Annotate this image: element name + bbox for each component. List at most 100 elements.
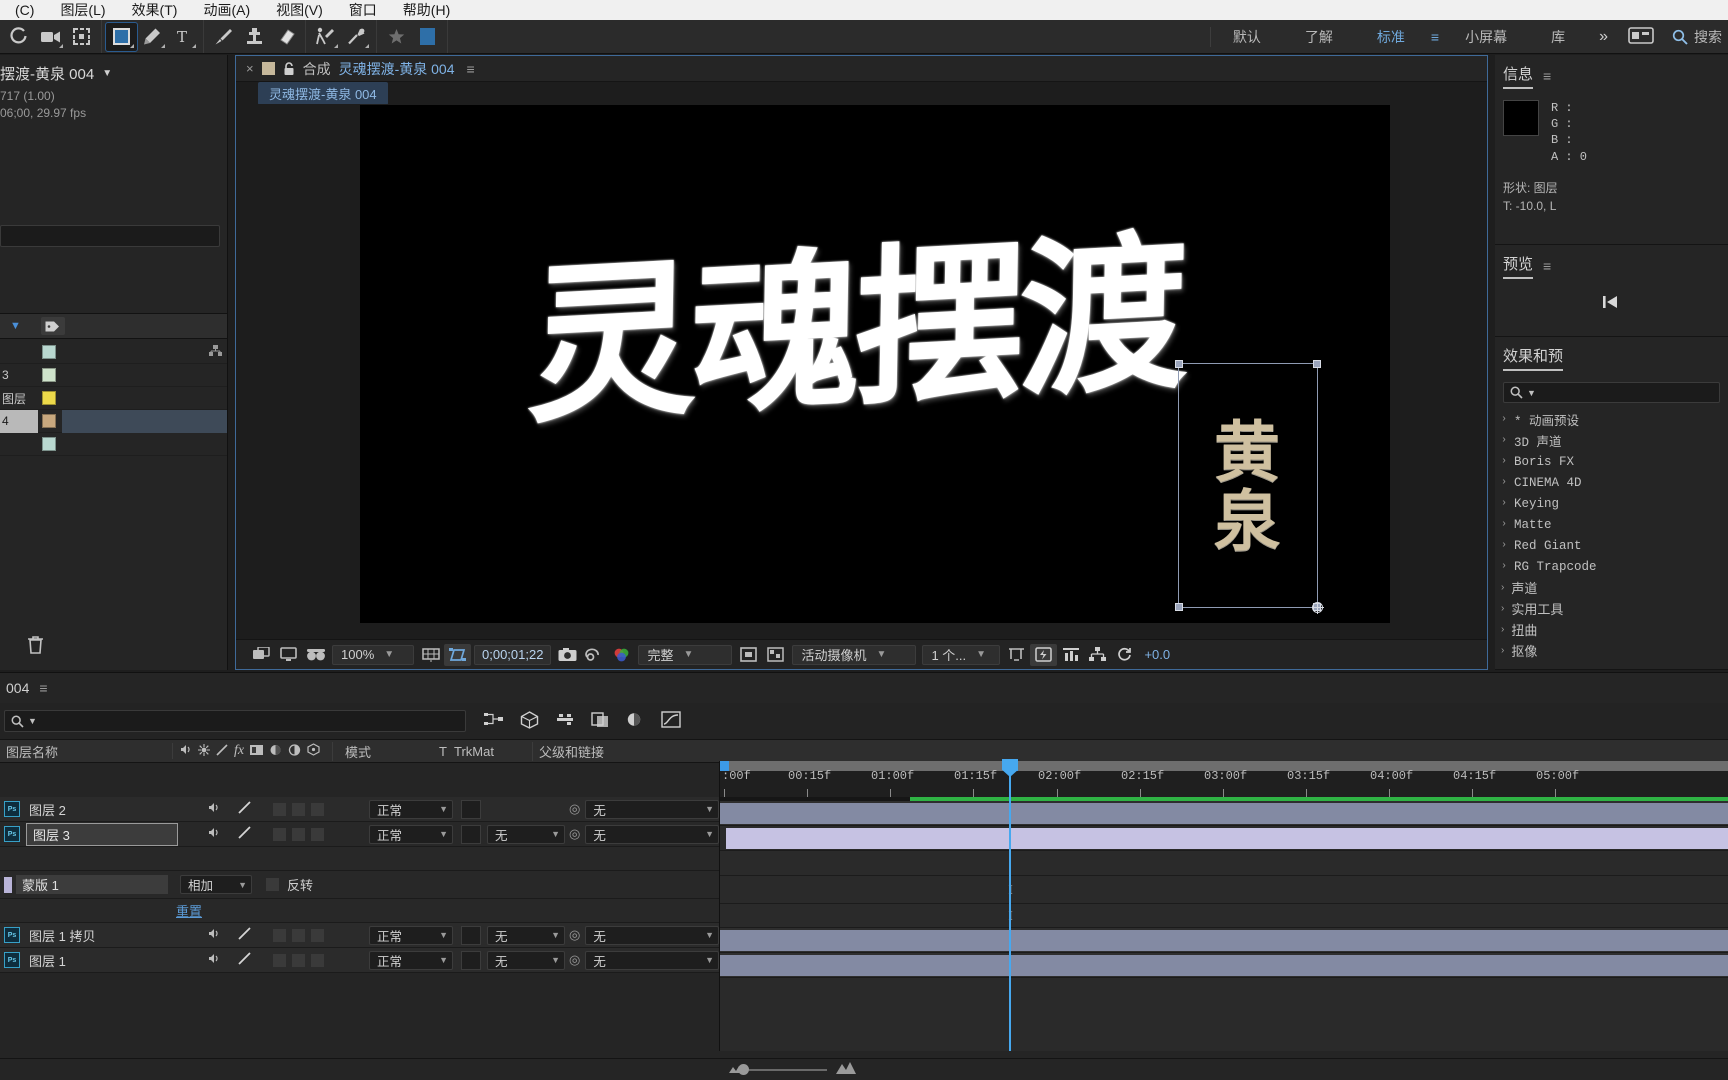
label-color-swatch[interactable] (42, 391, 56, 405)
region-render-icon[interactable] (735, 644, 762, 666)
pick-whip-icon[interactable]: ◎ (569, 826, 580, 842)
draft-3d-icon[interactable] (520, 710, 539, 732)
brush-tool[interactable] (208, 23, 239, 51)
switch-box[interactable] (273, 953, 286, 967)
reset-link[interactable]: 重置 (176, 901, 202, 920)
layer-name-label[interactable]: 图层 1 (29, 951, 66, 970)
mask-name-input[interactable]: 蒙版 1 (16, 875, 168, 894)
layer-selection-box[interactable] (1174, 360, 1324, 614)
effects-category-item[interactable]: › 扭曲 (1501, 619, 1728, 640)
audio-toggle-icon[interactable] (207, 801, 220, 817)
effects-category-item[interactable]: › 抠像 (1501, 640, 1728, 661)
pick-whip-icon[interactable]: ◎ (569, 801, 580, 817)
grid-guides-icon[interactable] (417, 644, 444, 666)
switch-box[interactable] (292, 802, 305, 816)
layer-duration-bar[interactable] (720, 803, 1728, 824)
resolution-select[interactable]: 完整 ▼ (638, 644, 733, 665)
switch-box[interactable] (292, 827, 305, 841)
track-row[interactable]: I (720, 904, 1728, 928)
track-row[interactable]: I (720, 876, 1728, 904)
menu-item-view[interactable]: 视图(V) (263, 0, 336, 20)
menu-item-effect[interactable]: 效果(T) (119, 0, 191, 20)
track-row[interactable] (720, 801, 1728, 826)
hide-shy-layers-icon[interactable] (555, 711, 575, 731)
switch-box[interactable] (311, 928, 324, 942)
preserve-transparency-toggle[interactable] (461, 950, 481, 970)
label-tag-icon[interactable] (40, 317, 65, 335)
zoom-in-icon[interactable] (835, 1061, 857, 1078)
channel-rgb-icon[interactable] (608, 644, 635, 666)
selection-handle-tr[interactable] (1312, 360, 1321, 368)
mask-invert-toggle[interactable]: 反转 (266, 875, 313, 894)
shape-tool[interactable] (105, 21, 138, 52)
switch-box[interactable] (273, 827, 286, 841)
camera-tool[interactable] (35, 23, 66, 51)
workspace-overflow-icon[interactable]: » (1587, 28, 1620, 46)
workspace-menu-icon[interactable]: ≡ (1427, 29, 1443, 45)
column-header-mode[interactable]: 模式 (332, 741, 432, 761)
selection-handle-tl[interactable] (1174, 360, 1183, 368)
panel-menu-icon[interactable]: ≡ (1543, 258, 1551, 274)
show-snapshot-icon[interactable] (581, 644, 608, 666)
effects-category-item[interactable]: › 实用工具 (1501, 598, 1728, 619)
timeline-panel-icon[interactable] (1057, 644, 1084, 666)
current-time-field[interactable]: 0;00;01;22 (474, 644, 552, 665)
effects-category-item[interactable]: › Red Giant (1501, 535, 1728, 556)
project-row[interactable] (0, 341, 227, 364)
project-row[interactable]: 4 (0, 409, 227, 433)
fast-previews-icon[interactable] (1030, 643, 1058, 666)
zoom-slider-handle[interactable] (738, 1064, 749, 1075)
track-row[interactable] (720, 851, 1728, 876)
reset-exposure-icon[interactable] (1111, 644, 1138, 666)
audio-toggle-icon[interactable] (207, 927, 220, 943)
type-tool[interactable]: T (168, 23, 199, 51)
mask-row[interactable]: 蒙版 1 相加 ▼ 反转 (0, 871, 719, 899)
audio-toggle-icon[interactable] (207, 826, 220, 842)
project-search-input[interactable] (0, 225, 220, 247)
view-layout-select[interactable]: 1 个... ▼ (922, 644, 1001, 665)
trkmat-select[interactable]: 无 ▼ (487, 950, 565, 970)
composition-name[interactable]: 灵魂摆渡-黄泉 004 (339, 59, 455, 79)
quality-toggle-icon[interactable] (238, 826, 251, 842)
composition-breadcrumb[interactable]: 灵魂摆渡-黄泉 004 (258, 81, 388, 105)
graph-editor-icon[interactable] (661, 711, 681, 731)
close-icon[interactable]: × (246, 61, 254, 76)
menu-item-window[interactable]: 窗口 (336, 0, 390, 20)
puppet-pin-tool[interactable] (341, 23, 372, 51)
layer-row[interactable]: Ps 图层 1 拷贝 正常 ▼ 无 ▼ ◎ 无 ▼ (0, 923, 719, 948)
search-dropdown-icon[interactable]: ▼ (1527, 388, 1536, 398)
track-row[interactable] (720, 953, 1728, 978)
column-header-layer-name[interactable]: 图层名称 (0, 742, 172, 761)
layer-duration-bar[interactable] (720, 930, 1728, 951)
workspace-default[interactable]: 默认 (1211, 27, 1283, 47)
screenshot-icon[interactable] (1620, 26, 1662, 47)
effects-panel-title[interactable]: 效果和预 (1503, 345, 1564, 371)
blend-mode-select[interactable]: 正常 ▼ (369, 824, 453, 844)
timeline-ruler[interactable]: :00f 00:15f 01:00f 01:15f 02:00f 02:15f … (720, 761, 1728, 797)
always-preview-icon[interactable] (248, 644, 275, 666)
label-color-swatch[interactable] (42, 414, 56, 428)
frame-blending-icon[interactable] (591, 711, 610, 731)
parent-select[interactable]: 无 ▼ (585, 950, 719, 970)
label-color-swatch[interactable] (42, 368, 56, 382)
trkmat-select[interactable]: 无 ▼ (487, 925, 565, 945)
project-row[interactable] (0, 433, 227, 456)
blend-mode-select[interactable]: 正常 ▼ (369, 799, 453, 819)
column-header-parent[interactable]: 父级和链接 (532, 741, 692, 761)
pen-tool[interactable] (137, 23, 168, 51)
search-dropdown-icon[interactable]: ▼ (28, 716, 37, 726)
parent-select[interactable]: 无 ▼ (585, 925, 719, 945)
blend-mode-select[interactable]: 正常 ▼ (369, 925, 453, 945)
effects-category-item[interactable]: › 声道 (1501, 577, 1728, 598)
effects-category-item[interactable]: › RG Trapcode (1501, 556, 1728, 577)
quality-toggle-icon[interactable] (238, 801, 251, 817)
layer-duration-bar[interactable] (720, 955, 1728, 976)
panel-menu-icon[interactable]: ≡ (1543, 68, 1551, 84)
switch-box[interactable] (292, 928, 305, 942)
workspace-learn[interactable]: 了解 (1283, 27, 1355, 47)
track-row[interactable] (720, 928, 1728, 953)
magnification-select[interactable]: 100% ▼ (332, 644, 414, 665)
effects-category-item[interactable]: › CINEMA 4D (1501, 472, 1728, 493)
effects-category-item[interactable]: › Boris FX (1501, 451, 1728, 472)
composition-canvas[interactable]: 灵魂摆渡 黄 泉 (359, 105, 1390, 623)
